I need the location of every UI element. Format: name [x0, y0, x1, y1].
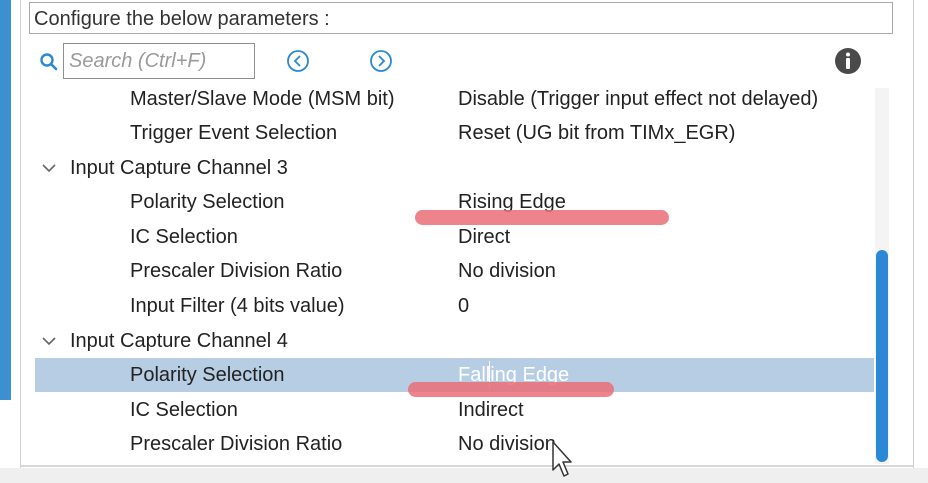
- search-input[interactable]: [63, 43, 255, 79]
- param-name: Polarity Selection: [130, 191, 285, 213]
- param-name: Trigger Event Selection: [130, 122, 338, 144]
- scrollbar-thumb[interactable]: [876, 250, 888, 462]
- group-title: Input Capture Channel 3: [70, 157, 288, 179]
- param-name: IC Selection: [130, 399, 238, 421]
- group-input-capture-channel-3[interactable]: Input Capture Channel 3: [35, 151, 874, 185]
- param-name: Prescaler Division Ratio: [130, 260, 343, 282]
- panel-left-border: [20, 0, 21, 470]
- mouse-pointer-icon: [552, 441, 572, 477]
- param-row-trigger-event[interactable]: Trigger Event Selection Reset (UG bit fr…: [35, 116, 874, 150]
- param-value[interactable]: Direct: [458, 220, 510, 254]
- param-value[interactable]: 0: [458, 289, 469, 323]
- annotation-underline: [415, 210, 669, 225]
- param-value[interactable]: No division: [458, 254, 556, 288]
- panel-bottom-border: [20, 465, 914, 467]
- param-name: Input Filter (4 bits value): [130, 295, 345, 317]
- param-row-msm[interactable]: Master/Slave Mode (MSM bit) Disable (Tri…: [35, 82, 874, 116]
- chevron-left-circle-icon[interactable]: [286, 49, 310, 73]
- group-input-capture-channel-4[interactable]: Input Capture Channel 4: [35, 324, 874, 358]
- param-name: Polarity Selection: [130, 364, 285, 386]
- param-value[interactable]: Indirect: [458, 393, 524, 427]
- annotation-underline: [408, 382, 614, 397]
- chevron-down-icon[interactable]: [39, 151, 59, 185]
- param-name: Prescaler Division Ratio: [130, 433, 343, 455]
- param-value[interactable]: Disable (Trigger input effect not delaye…: [458, 82, 818, 116]
- param-value[interactable]: Reset (UG bit from TIMx_EGR): [458, 116, 735, 150]
- param-row-ch3-input-filter[interactable]: Input Filter (4 bits value) 0: [35, 289, 874, 323]
- param-row-ch3-ic-selection[interactable]: IC Selection Direct: [35, 220, 874, 254]
- param-value[interactable]: No division: [458, 427, 556, 461]
- search-icon: [40, 53, 58, 71]
- param-name: IC Selection: [130, 226, 238, 248]
- config-header: Configure the below parameters :: [29, 2, 893, 34]
- param-row-ch4-ic-selection[interactable]: IC Selection Indirect: [35, 393, 874, 427]
- param-row-ch3-prescaler[interactable]: Prescaler Division Ratio No division: [35, 254, 874, 288]
- info-icon[interactable]: [834, 47, 862, 75]
- chevron-down-icon[interactable]: [39, 324, 59, 358]
- bottom-shade: [0, 468, 928, 483]
- param-row-ch4-prescaler[interactable]: Prescaler Division Ratio No division: [35, 427, 874, 461]
- panel-right-border: [913, 0, 914, 470]
- group-title: Input Capture Channel 4: [70, 330, 288, 352]
- left-panel-strip: [0, 0, 11, 400]
- chevron-right-circle-icon[interactable]: [369, 49, 393, 73]
- param-name: Master/Slave Mode (MSM bit): [130, 88, 395, 110]
